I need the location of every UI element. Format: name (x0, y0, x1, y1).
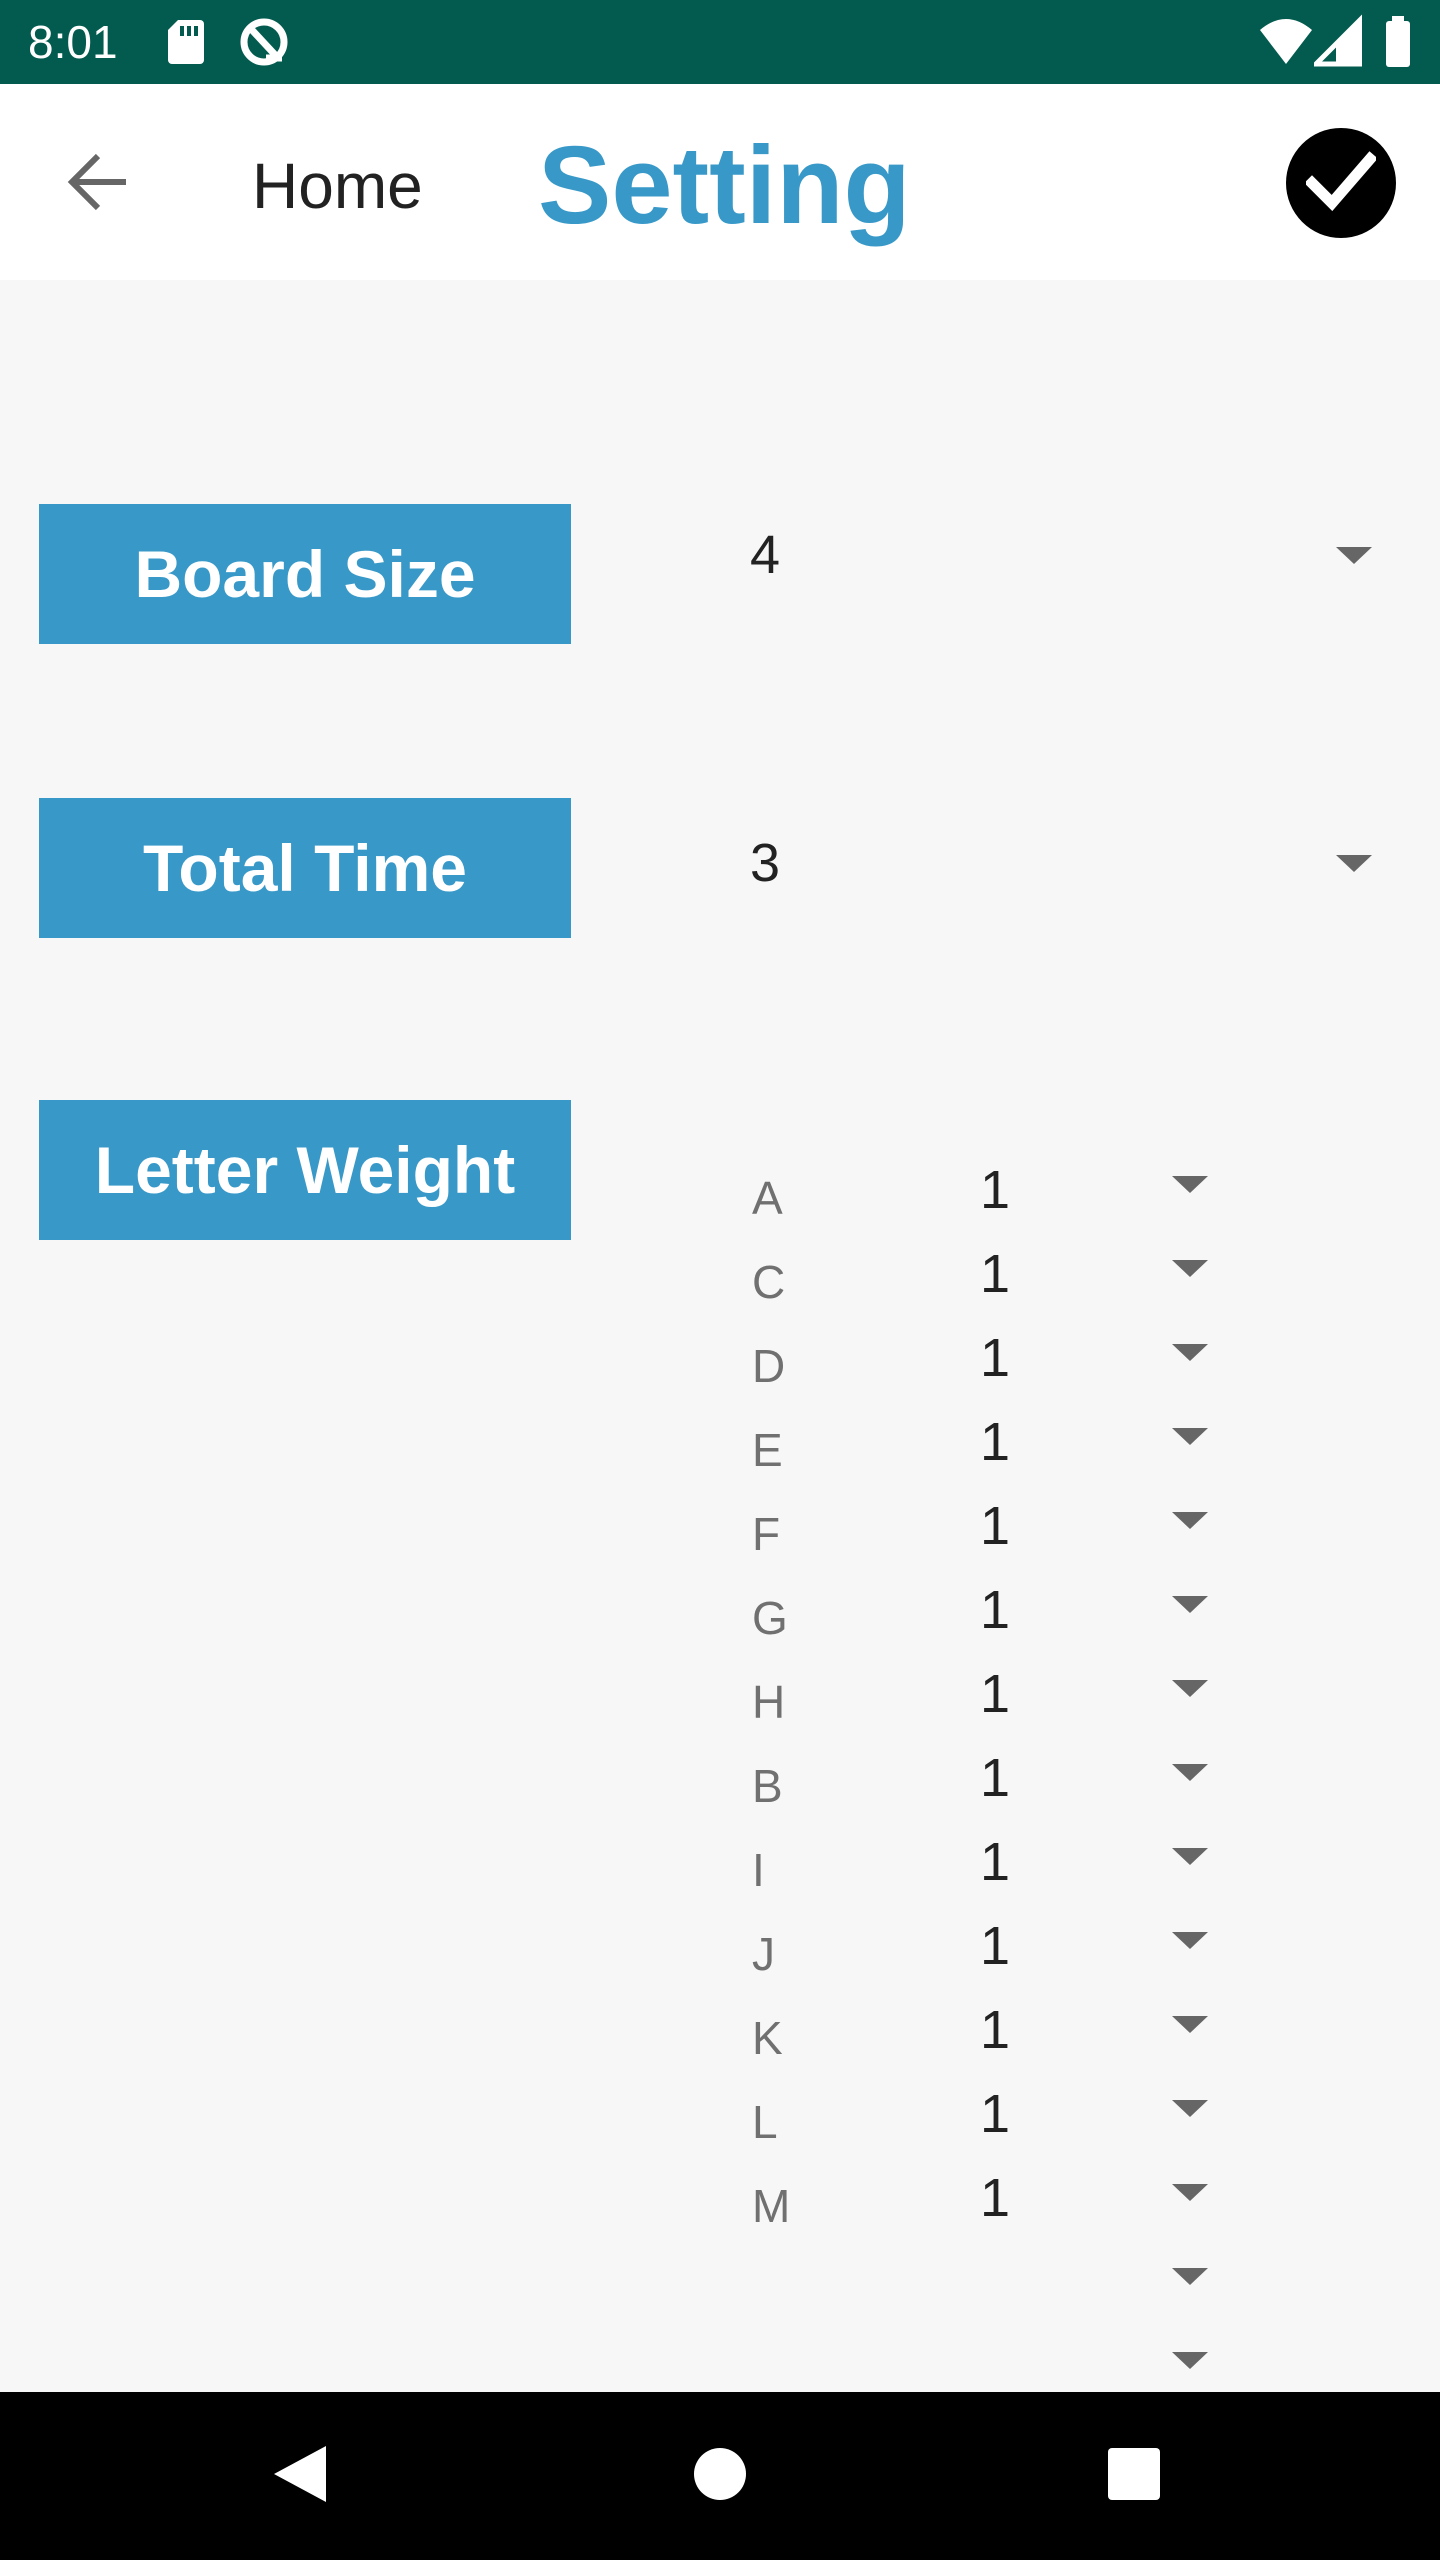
weight-value: 1 (980, 2000, 1011, 2060)
app-bar: Home Setting (0, 84, 1440, 280)
letter-label: H (752, 1676, 786, 1728)
letter-weight-row-i[interactable]: I 1 (740, 1828, 1220, 1912)
weight-value: 1 (980, 1664, 1011, 1724)
nav-back-button[interactable] (258, 2434, 342, 2518)
nav-recents-button[interactable] (1092, 2434, 1176, 2518)
weight-value: 1 (980, 1580, 1011, 1640)
chevron-down-icon (1172, 2268, 1208, 2285)
letter-label: A (752, 1172, 783, 1224)
weight-value: 1 (980, 1160, 1011, 1220)
weight-value: 1 (980, 1916, 1011, 1976)
back-button[interactable] (56, 142, 140, 226)
letter-weight-row-l[interactable]: L 1 (740, 2080, 1220, 2164)
letter-weight-row-e[interactable]: E 1 (740, 1408, 1220, 1492)
nav-home-button[interactable] (678, 2434, 762, 2518)
board-size-label: Board Size (39, 504, 571, 644)
letter-weight-row-a[interactable]: A 1 (740, 1156, 1220, 1240)
nav-back-icon (270, 2442, 330, 2511)
letter-label: C (752, 1256, 786, 1308)
chevron-down-icon (1172, 1428, 1208, 1445)
chevron-down-icon (1172, 2100, 1208, 2117)
chevron-down-icon (1172, 1260, 1208, 1277)
total-time-label: Total Time (39, 798, 571, 938)
letter-weight-row-g[interactable]: G 1 (740, 1576, 1220, 1660)
chevron-down-icon (1172, 2352, 1208, 2369)
letter-weight-label: Letter Weight (39, 1100, 571, 1240)
weight-value: 1 (980, 1496, 1011, 1556)
letter-weight-row-c[interactable]: C 1 (740, 1240, 1220, 1324)
check-circle-icon (1304, 150, 1378, 216)
board-size-value: 4 (750, 525, 781, 585)
wifi-icon (1258, 14, 1314, 70)
letter-label: I (752, 1844, 765, 1896)
letter-weight-row-m[interactable]: M 1 (740, 2164, 1220, 2248)
letter-label: K (752, 2012, 783, 2064)
chevron-down-icon (1336, 547, 1372, 564)
letter-weight-row-f[interactable]: F 1 (740, 1492, 1220, 1576)
letter-weight-row-d[interactable]: D 1 (740, 1324, 1220, 1408)
chevron-down-icon (1172, 1512, 1208, 1529)
home-link[interactable]: Home (252, 144, 423, 228)
weight-value: 1 (980, 1412, 1011, 1472)
total-time-spinner[interactable]: 3 (740, 808, 1390, 918)
letter-weight-row-empty-1[interactable] (740, 2248, 1220, 2332)
chevron-down-icon (1172, 1596, 1208, 1613)
arrow-left-icon (66, 150, 130, 219)
letter-weight-row-j[interactable]: J 1 (740, 1912, 1220, 1996)
weight-value: 1 (980, 2168, 1011, 2228)
weight-value: 1 (980, 1832, 1011, 1892)
chevron-down-icon (1172, 1932, 1208, 1949)
letter-label: L (752, 2096, 778, 2148)
weight-value: 1 (980, 1328, 1011, 1388)
nav-home-icon (692, 2446, 748, 2507)
chevron-down-icon (1172, 1848, 1208, 1865)
screen: 8:01 Home Setting Board Size 4 Total Tim… (0, 0, 1440, 2560)
weight-value: 1 (980, 1244, 1011, 1304)
chevron-down-icon (1172, 2184, 1208, 2201)
signal-icon (1314, 14, 1362, 70)
chevron-down-icon (1336, 855, 1372, 872)
letter-label: B (752, 1760, 783, 1812)
status-bar: 8:01 (0, 0, 1440, 84)
chevron-down-icon (1172, 1680, 1208, 1697)
navigation-bar (0, 2392, 1440, 2560)
status-time: 8:01 (28, 16, 118, 68)
letter-label: M (752, 2180, 791, 2232)
board-size-spinner[interactable]: 4 (740, 500, 1390, 610)
chevron-down-icon (1172, 1344, 1208, 1361)
weight-value: 1 (980, 2084, 1011, 2144)
letter-weight-row-k[interactable]: K 1 (740, 1996, 1220, 2080)
sync-icon (236, 14, 292, 70)
letter-weight-row-h[interactable]: H 1 (740, 1660, 1220, 1744)
chevron-down-icon (1172, 1176, 1208, 1193)
confirm-button[interactable] (1286, 128, 1396, 238)
chevron-down-icon (1172, 1764, 1208, 1781)
letter-label: F (752, 1508, 781, 1560)
letter-label: D (752, 1340, 786, 1392)
sd-card-icon (166, 14, 206, 70)
weight-value: 1 (980, 1748, 1011, 1808)
page-title: Setting (538, 124, 911, 247)
battery-icon (1384, 14, 1412, 70)
letter-label: J (752, 1928, 775, 1980)
total-time-value: 3 (750, 833, 781, 893)
nav-recents-icon (1106, 2446, 1162, 2507)
letter-label: E (752, 1424, 783, 1476)
letter-weight-row-b[interactable]: B 1 (740, 1744, 1220, 1828)
letter-label: G (752, 1592, 788, 1644)
chevron-down-icon (1172, 2016, 1208, 2033)
